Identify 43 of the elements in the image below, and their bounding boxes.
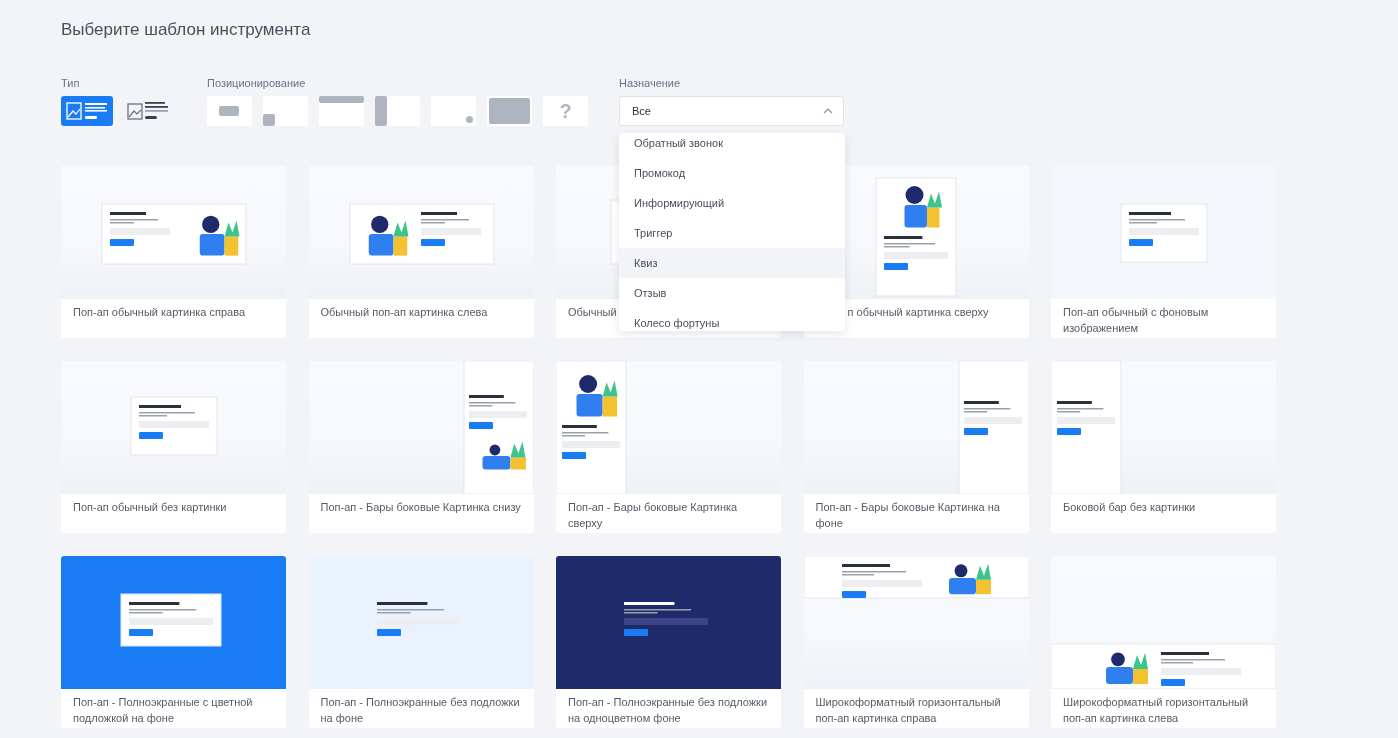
template-card[interactable]: Поп-ап обычный картинка справа: [61, 166, 286, 338]
template-title: Поп-ап обычный с фоновым изображением: [1062, 305, 1210, 336]
chevron-icon: [823, 108, 833, 114]
template-title: Широкоформатный горизонтальный поп-ап картинка слева: [1062, 695, 1250, 726]
template-card[interactable]: Поп-ап - Бары боковые Картинка снизу: [308, 361, 534, 533]
purpose-select[interactable]: Все: [619, 96, 844, 126]
template-title: Обычный поп-ап картинка слева: [319, 305, 489, 320]
template-card[interactable]: Поп-ап - Бары боковые Картинка сверху: [556, 361, 781, 533]
template-title: п обычный картинка сверху: [846, 305, 990, 320]
position-button[interactable]: [207, 96, 252, 126]
template-title: Широкоформатный горизонтальный поп-ап картинка справа: [814, 695, 1002, 726]
template-title: Поп-ап - Полноэкранные без подложки на фоне: [319, 695, 521, 726]
template-title: Поп-ап - Полноэкранные с цветной подложкой на фоне: [72, 695, 254, 726]
filter-label: Позиционирование: [207, 76, 307, 90]
template-card[interactable]: Поп-ап - Бары боковые Картинка на фоне: [803, 361, 1029, 533]
dropdown-item[interactable]: Квиз: [619, 248, 845, 278]
template-card[interactable]: Поп-ап - Полноэкранные без подложки на одноцветном фоне: [556, 556, 781, 728]
template-card[interactable]: Широкоформатный горизонтальный поп-ап картинка справа: [803, 556, 1029, 728]
template-title: Боковой бар без картинки: [1062, 500, 1197, 515]
template-title: Поп-ап - Бары боковые Картинка на фоне: [814, 500, 1001, 531]
template-card[interactable]: Поп-ап - Полноэкранные с цветной подложкой на фоне: [61, 556, 286, 728]
page-title: Выберите шаблон инструмента: [61, 19, 312, 41]
position-button[interactable]: [431, 96, 476, 126]
position-button[interactable]: [319, 96, 364, 126]
image-text-type-button[interactable]: [61, 96, 113, 126]
template-title: Поп-ап - Бары боковые Картинка снизу: [319, 500, 522, 515]
template-title: Поп-ап - Полноэкранные без подложки на одноцветном фоне: [567, 695, 769, 726]
position-button[interactable]: [487, 96, 532, 126]
template-card[interactable]: Поп-ап обычный с фоновым изображением: [1051, 166, 1276, 338]
template-card[interactable]: Обычный поп-ап картинка слева: [308, 166, 534, 338]
template-card[interactable]: Широкоформатный горизонтальный поп-ап картинка слева: [1051, 556, 1276, 728]
template-title: Поп-ап обычный без картинки: [72, 500, 228, 515]
dropdown-item[interactable]: Обратный звонок: [619, 133, 845, 158]
template-card[interactable]: Поп-ап - Полноэкранные без подложки на фоне: [308, 556, 534, 728]
template-card[interactable]: Боковой бар без картинки: [1051, 361, 1276, 533]
template-title: Поп-ап - Бары боковые Картинка сверху: [567, 500, 739, 531]
filter-label: Тип: [61, 76, 81, 90]
position-button[interactable]: [375, 96, 420, 126]
filter-label: Назначение: [619, 76, 682, 90]
template-title: Поп-ап обычный картинка справа: [72, 305, 247, 320]
template-title: Обычный: [567, 305, 618, 320]
template-card[interactable]: Поп-ап обычный без картинки: [61, 361, 286, 533]
position-button[interactable]: [263, 96, 308, 126]
